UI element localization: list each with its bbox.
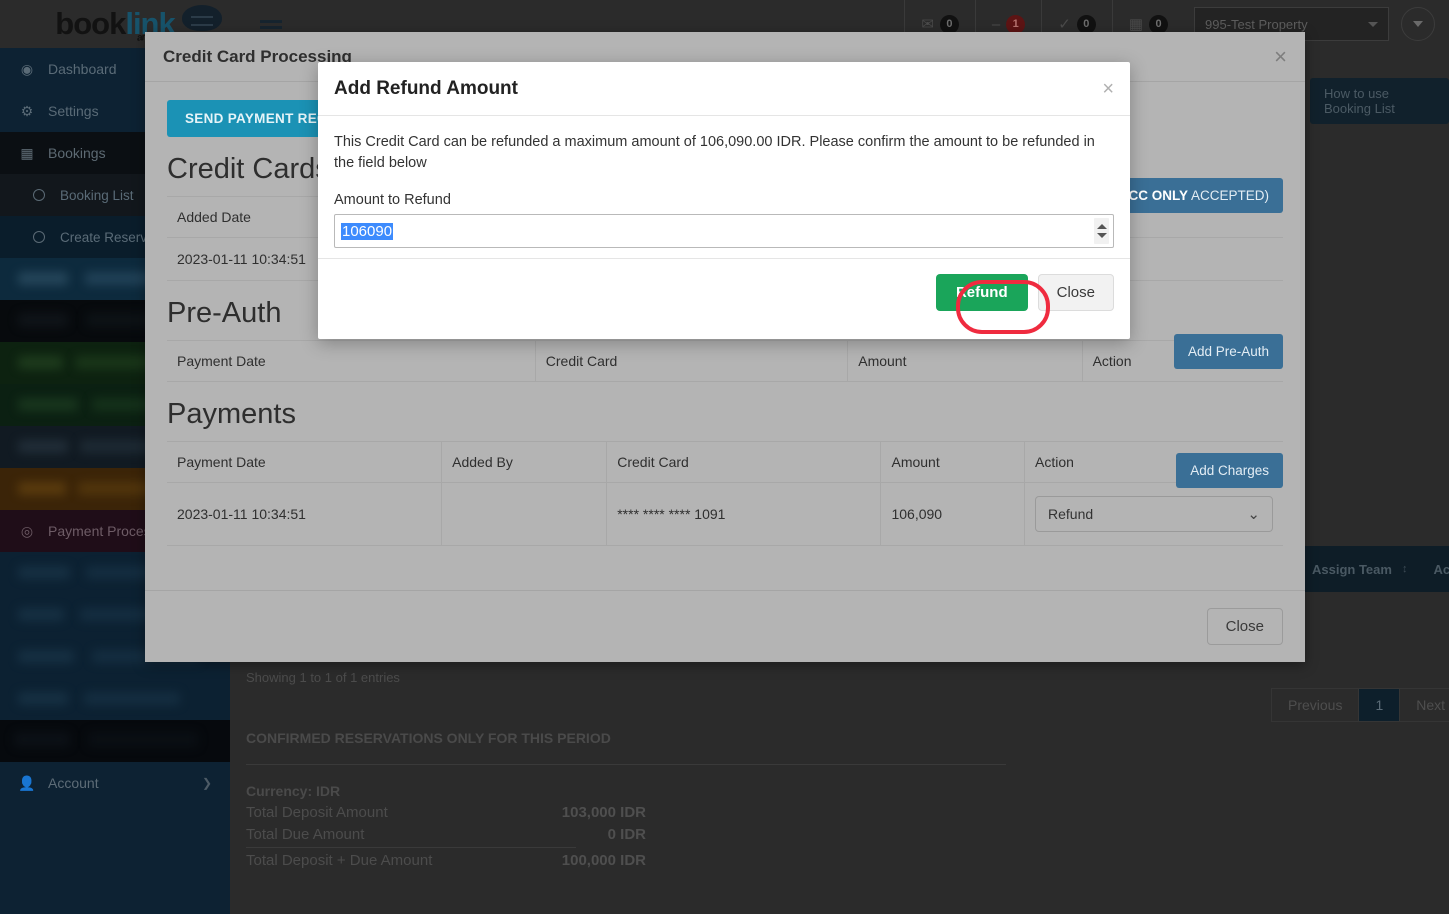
- refund-modal-title: Add Refund Amount: [334, 77, 518, 99]
- how-to-use-booking-list-button[interactable]: How to use Booking List: [1310, 78, 1449, 124]
- currency-line: Currency: IDR: [246, 783, 341, 799]
- calendar-count: 0: [1149, 14, 1168, 34]
- cell-amount: 106,090: [880, 482, 1025, 546]
- column-added-by: Added By: [441, 441, 608, 483]
- refund-description: This Credit Card can be refunded a maxim…: [334, 134, 1095, 172]
- circle-icon: [30, 189, 48, 201]
- column-amount: Amount: [880, 441, 1025, 483]
- gear-icon: ⚙: [20, 102, 34, 119]
- user-icon: 👤: [18, 774, 36, 791]
- sidebar-blurred-item: [0, 678, 230, 720]
- circle-icon: [30, 231, 48, 243]
- total-due-label: Total Due Amount: [246, 826, 365, 843]
- check-icon: ✓: [1058, 15, 1071, 33]
- total-due-value: 0 IDR: [607, 826, 646, 843]
- speedometer-icon: ◉: [20, 60, 34, 77]
- calendar-icon: ▦: [1128, 15, 1143, 33]
- refund-modal-header: Add Refund Amount ×: [318, 62, 1130, 116]
- messages-count: 0: [939, 14, 959, 34]
- hamburger-icon[interactable]: [260, 19, 282, 29]
- number-stepper[interactable]: [1094, 218, 1109, 245]
- table-header-row: Payment Date Credit Card Amount Action: [167, 340, 1283, 382]
- column-credit-card: Credit Card: [606, 441, 882, 483]
- payments-heading: Payments: [167, 398, 296, 430]
- sidebar-item-label: Settings: [48, 103, 99, 119]
- amount-to-refund-input[interactable]: 106090: [334, 214, 1114, 249]
- cell-payment-date: 2023-01-11 10:34:51: [167, 482, 443, 546]
- amount-to-refund-value: 106090: [341, 222, 394, 240]
- pagination-previous[interactable]: Previous: [1271, 688, 1360, 722]
- total-deposit-due-value: 100,000 IDR: [561, 852, 646, 869]
- target-icon: ◎: [20, 522, 34, 539]
- column-amount: Amount: [847, 340, 1083, 382]
- column-action: Action: [1433, 561, 1449, 577]
- sidebar-item-label: Account: [48, 775, 99, 791]
- column-assign-team: Assign Team: [1312, 561, 1392, 577]
- reservation-summary: CONFIRMED RESERVATIONS ONLY FOR THIS PER…: [246, 730, 1006, 869]
- table-header-row: Payment Date Added By Credit Card Amount…: [167, 441, 1283, 483]
- add-pre-auth-button[interactable]: Add Pre-Auth: [1173, 334, 1283, 369]
- amount-to-refund-label: Amount to Refund: [334, 192, 451, 209]
- pending-count: 1: [1006, 14, 1026, 34]
- user-menu-button[interactable]: [1401, 7, 1435, 41]
- sidebar-item-label: Booking List: [60, 187, 134, 203]
- showing-entries-text: Showing 1 to 1 of 1 entries: [246, 670, 400, 685]
- pagination-next[interactable]: Next: [1399, 688, 1449, 722]
- cell-credit-card: **** **** **** 1091: [606, 482, 882, 546]
- column-payment-date: Payment Date: [167, 340, 536, 382]
- property-selector-value: 995-Test Property: [1205, 16, 1308, 32]
- refund-close-button[interactable]: Close: [1037, 274, 1114, 312]
- pagination: Previous 1 Next: [1271, 688, 1449, 722]
- envelope-icon: ✉: [921, 15, 934, 33]
- total-deposit-due-label: Total Deposit + Due Amount: [246, 852, 433, 869]
- confirmed-reservations-heading: CONFIRMED RESERVATIONS ONLY FOR THIS PER…: [246, 730, 611, 746]
- column-payment-date: Payment Date: [167, 441, 443, 483]
- add-charges-button[interactable]: Add Charges: [1176, 453, 1283, 488]
- bookings-table-header: Assign Team ↕ Action ↕: [1300, 546, 1449, 592]
- logo-word-book: book: [55, 6, 126, 41]
- pagination-page-1[interactable]: 1: [1358, 688, 1401, 722]
- chevron-down-icon: [1368, 21, 1378, 27]
- list-icon: ▦: [20, 144, 34, 161]
- sidebar-item-label: Dashboard: [48, 61, 117, 77]
- cell-added-by: [441, 482, 608, 546]
- close-icon[interactable]: ×: [1102, 79, 1114, 99]
- add-vcc-suffix: ACCEPTED): [1187, 188, 1269, 203]
- chevron-down-icon: ⌄: [1247, 506, 1260, 523]
- column-credit-card: Credit Card: [535, 340, 849, 382]
- close-icon[interactable]: ×: [1274, 45, 1287, 68]
- table-row: 2023-01-11 10:34:51 **** **** **** 1091 …: [167, 482, 1283, 546]
- minus-icon: –: [991, 15, 1001, 33]
- add-refund-amount-modal: Add Refund Amount × This Credit Card can…: [318, 62, 1130, 339]
- sidebar-blurred-item: [0, 720, 230, 762]
- chevron-down-icon: [1413, 21, 1423, 27]
- chevron-right-icon: ❯: [201, 776, 212, 790]
- refund-modal-body: This Credit Card can be refunded a maxim…: [318, 116, 1130, 258]
- spinner-up-icon[interactable]: [1096, 224, 1107, 230]
- payment-action-value: Refund: [1048, 506, 1094, 522]
- cc-close-button[interactable]: Close: [1206, 608, 1283, 645]
- payment-action-select[interactable]: Refund ⌄: [1035, 496, 1273, 532]
- confirmed-count: 0: [1076, 14, 1096, 34]
- refund-modal-footer: Refund Close: [318, 258, 1130, 326]
- cc-modal-footer: Close: [145, 590, 1305, 662]
- cell-action: Refund ⌄: [1024, 482, 1283, 546]
- pre-auth-table: Payment Date Credit Card Amount Action: [167, 340, 1283, 382]
- payments-table: Payment Date Added By Credit Card Amount…: [167, 441, 1283, 546]
- total-deposit-value: 103,000 IDR: [561, 804, 646, 821]
- logo-mark-icon: [182, 5, 222, 31]
- sidebar-item-label: Bookings: [48, 145, 106, 161]
- spinner-down-icon[interactable]: [1096, 233, 1107, 239]
- sidebar-item-account[interactable]: 👤 Account ❯: [0, 762, 230, 804]
- sort-icon[interactable]: ↕: [1402, 563, 1407, 575]
- refund-button[interactable]: Refund: [935, 274, 1028, 312]
- total-deposit-label: Total Deposit Amount: [246, 804, 388, 821]
